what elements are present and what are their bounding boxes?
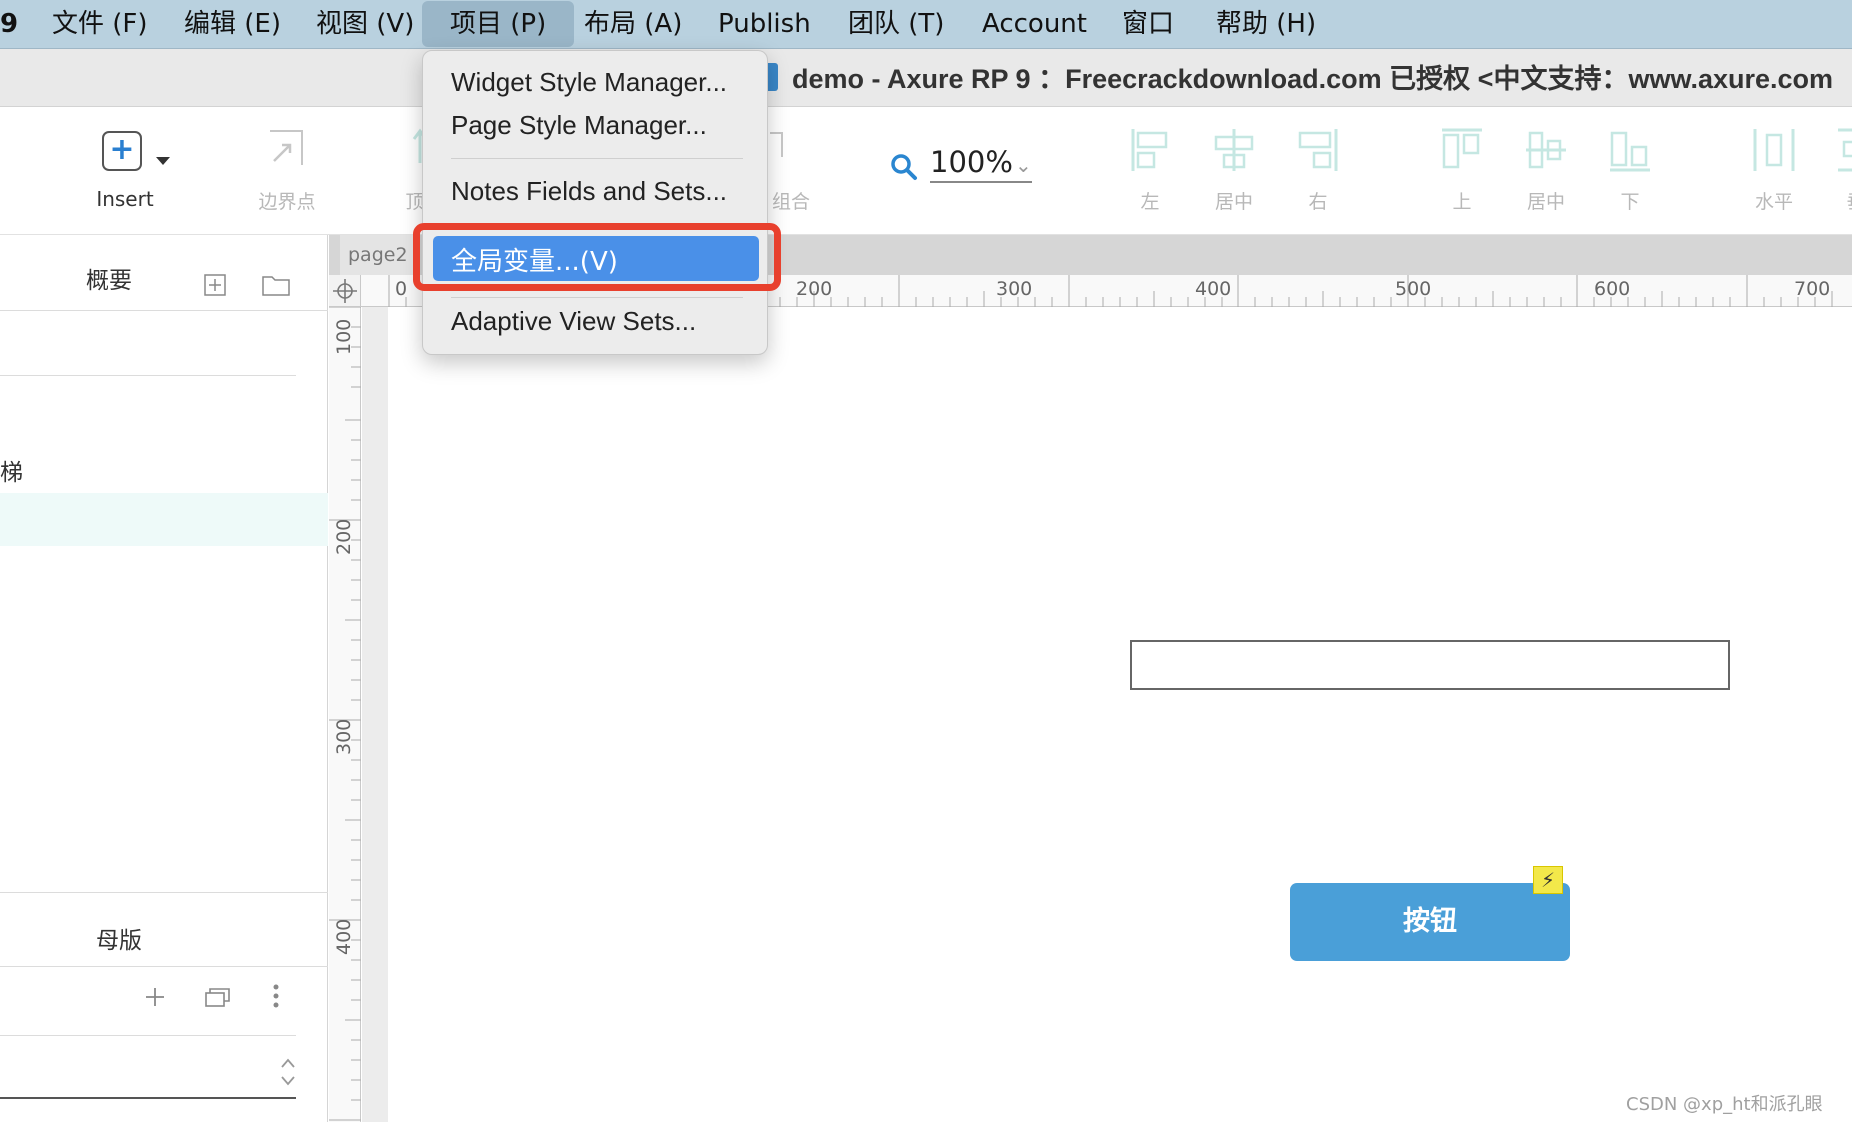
align-left-button[interactable]: 左	[1130, 107, 1170, 227]
ruler-label: 0	[395, 278, 408, 300]
distribute-vertical-label: 垂	[1836, 187, 1852, 214]
distribute-horizontal-icon	[1753, 129, 1795, 171]
align-top-icon	[1442, 128, 1482, 169]
align-center-icon	[1214, 129, 1254, 171]
distribute-vertical-icon	[1838, 128, 1852, 172]
align-left-icon	[1131, 129, 1168, 171]
outline-panel-title[interactable]: 概要	[86, 261, 132, 295]
align-middle-button[interactable]: 居中	[1524, 107, 1568, 227]
ruler-origin[interactable]	[329, 275, 361, 307]
caret-down-icon[interactable]	[156, 157, 170, 165]
window-title: demo - Axure RP 9 ：Freecrackdownload.com…	[792, 64, 1834, 94]
add-page-icon[interactable]	[204, 273, 226, 303]
tab-page2[interactable]: page2	[340, 235, 416, 275]
crosshair-icon	[333, 279, 357, 303]
ruler-label: 500	[1395, 278, 1432, 300]
align-right-label: 右	[1308, 191, 1328, 213]
divider	[0, 1035, 296, 1036]
align-middle-label: 居中	[1526, 191, 1565, 213]
distribute-horizontal-button[interactable]: 水平	[1752, 107, 1796, 227]
align-center-label: 居中	[1214, 191, 1253, 213]
align-top-label: 上	[1452, 191, 1472, 213]
interaction-flash-icon[interactable]: ⚡	[1533, 866, 1563, 894]
watermark: CSDN @xp_ht和派孔眼	[1626, 1094, 1823, 1115]
plus-icon: +	[102, 131, 142, 171]
left-panel: 概要 梯 母版	[0, 235, 328, 1122]
menu-publish[interactable]: Publish	[718, 0, 811, 49]
group-label: 组合	[771, 191, 810, 213]
canvas-gutter	[362, 307, 388, 1122]
menu-edit[interactable]: 编辑 (E)	[184, 0, 281, 49]
distribute-horizontal-label: 水平	[1754, 191, 1793, 213]
menu-team[interactable]: 团队 (T)	[848, 0, 944, 49]
align-right-button[interactable]: 右	[1296, 107, 1340, 227]
add-folder-icon[interactable]	[262, 273, 290, 303]
add-master-icon[interactable]	[144, 985, 166, 1015]
align-top-button[interactable]: 上	[1440, 107, 1484, 227]
group-icon	[770, 132, 783, 157]
more-options-icon[interactable]	[272, 983, 280, 1016]
align-left-label: 左	[1140, 191, 1160, 213]
sort-stepper-icon[interactable]	[280, 1057, 296, 1094]
vertical-ruler: 100 200 300 400	[329, 307, 361, 1122]
project-menu-dropdown: Widget Style Manager... Page Style Manag…	[413, 50, 781, 355]
menu-separator	[451, 297, 743, 298]
search-icon	[891, 154, 917, 180]
divider	[0, 375, 296, 376]
annotation-highlight-box	[413, 223, 781, 291]
menu-item-widget-style-manager[interactable]: Widget Style Manager...	[451, 67, 727, 98]
ruler-ticks	[329, 307, 361, 1121]
menu-item-notes-fields[interactable]: Notes Fields and Sets...	[451, 176, 727, 207]
title-bar: demo - Axure RP 9 ：Freecrackdownload.com…	[0, 49, 1852, 107]
group-button[interactable]: 组合	[766, 107, 816, 227]
ruler-label: 200	[333, 518, 355, 555]
ruler-label: 400	[1195, 278, 1232, 300]
outline-tree-item-selected[interactable]	[0, 493, 328, 546]
outline-tree-item-partial[interactable]: 梯	[0, 453, 23, 487]
menu-arrange[interactable]: 布局 (A)	[584, 0, 682, 49]
app-menu-fragment[interactable]: 9	[0, 0, 18, 49]
ruler-label: 700	[1794, 278, 1831, 300]
menu-project[interactable]: 项目 (P)	[422, 1, 575, 47]
menu-separator	[451, 158, 743, 159]
canvas-text-field-widget[interactable]	[1130, 640, 1730, 690]
ruler-label: 100	[333, 318, 355, 355]
ruler-label: 300	[996, 278, 1033, 300]
toolbar: + Insert 边界点 顶 组合 100% ⌄ 左 居中 右 上 居中 下 水…	[0, 107, 1852, 235]
menu-view[interactable]: 视图 (V)	[316, 0, 414, 49]
menu-help[interactable]: 帮助 (H)	[1216, 0, 1316, 49]
align-bottom-button[interactable]: 下	[1608, 107, 1652, 227]
ruler-label: 300	[333, 718, 355, 755]
menubar: 9 文件 (F) 编辑 (E) 视图 (V) 项目 (P) 布局 (A) Pub…	[0, 0, 1852, 49]
align-middle-icon	[1526, 131, 1566, 169]
menu-account[interactable]: Account	[982, 0, 1087, 49]
menu-file[interactable]: 文件 (F)	[52, 0, 148, 49]
divider	[0, 966, 328, 967]
masters-panel-title[interactable]: 母版	[96, 921, 142, 955]
menu-window[interactable]: 窗口	[1122, 0, 1174, 49]
canvas-button-widget[interactable]: 按钮	[1290, 883, 1570, 961]
align-right-icon	[1298, 129, 1338, 171]
search-underline	[0, 1097, 296, 1099]
divider	[0, 892, 328, 893]
distribute-vertical-button[interactable]: 垂	[1836, 107, 1852, 227]
ruler-label: 400	[333, 918, 355, 955]
boundary-point-button[interactable]: 边界点	[250, 107, 324, 227]
align-bottom-icon	[1610, 131, 1650, 172]
menu-item-adaptive-view-sets[interactable]: Adaptive View Sets...	[451, 306, 696, 337]
align-bottom-label: 下	[1620, 191, 1640, 213]
duplicate-icon[interactable]	[204, 985, 232, 1016]
menu-item-page-style-manager[interactable]: Page Style Manager...	[451, 110, 707, 141]
chevron-down-icon[interactable]: ⌄	[1015, 153, 1032, 177]
ruler-label: 600	[1594, 278, 1631, 300]
boundary-point-label: 边界点	[258, 191, 316, 213]
align-center-button[interactable]: 居中	[1212, 107, 1256, 227]
ruler-label: 200	[796, 278, 833, 300]
boundary-point-icon	[270, 130, 303, 165]
axure-window: 9 文件 (F) 编辑 (E) 视图 (V) 项目 (P) 布局 (A) Pub…	[0, 0, 1852, 1122]
insert-label: Insert	[96, 187, 154, 211]
divider	[0, 310, 328, 311]
